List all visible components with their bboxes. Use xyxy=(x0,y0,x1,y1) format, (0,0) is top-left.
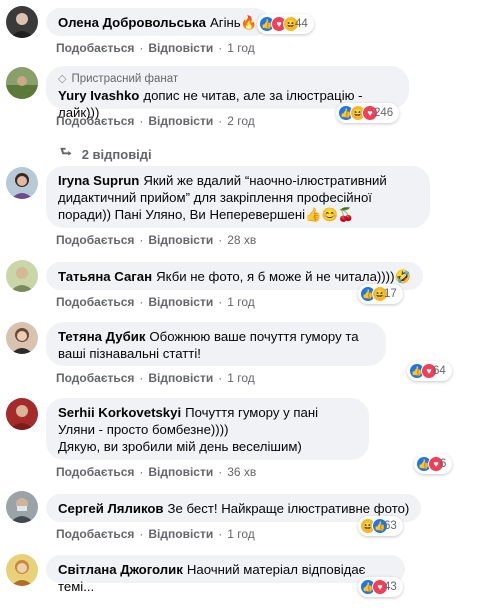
comment-author[interactable]: Iryna Suprun xyxy=(58,173,139,188)
reply-button[interactable]: Відповісти xyxy=(148,114,213,128)
comment-text: Зе бест! Найкраще ілюстративне фото) xyxy=(167,501,410,516)
comment-time[interactable]: 1 год xyxy=(227,371,255,385)
comment-author[interactable]: Тетяна Дубик xyxy=(58,329,145,344)
comment-bubble: Тетяна Дубик Обожнюю ваше почуття гумору … xyxy=(46,322,386,366)
comment-time[interactable]: 1 год xyxy=(227,527,255,541)
like-button[interactable]: Подобається xyxy=(56,527,134,541)
like-button[interactable]: Подобається xyxy=(56,114,134,128)
like-button[interactable]: Подобається xyxy=(56,465,134,479)
avatar[interactable] xyxy=(6,260,38,292)
comment-text-line: Дякую, ви зробили мій день веселішим) xyxy=(58,439,302,454)
comment-text: Якби не фото, я б може й не читала))))🤣 xyxy=(156,269,411,284)
reaction-count: 43 xyxy=(384,581,397,593)
view-replies-link[interactable]: ⮑ 2 відповіді xyxy=(60,143,152,165)
avatar[interactable] xyxy=(6,322,38,354)
comment-actions: Подобається · Відповісти · 1 год xyxy=(56,295,255,309)
comment-author[interactable]: Serhii Korkovetskyi xyxy=(58,405,181,420)
like-button[interactable]: Подобається xyxy=(56,295,134,309)
comment-author[interactable]: Світлана Джоголик xyxy=(58,562,183,577)
comment-time[interactable]: 36 хв xyxy=(227,465,256,479)
comment-bubble: Олена Добровольська Агінь🔥 xyxy=(46,8,270,36)
reaction-count: 17 xyxy=(384,288,397,300)
comment-bubble: Світлана Джоголик Наочний матеріал відпов… xyxy=(46,555,405,594)
comment-time[interactable]: 28 хв xyxy=(227,233,256,247)
comment-bubble: Iryna Suprun Який же вдалий “наочно-ілюст… xyxy=(46,166,430,228)
diamond-icon: ◇ xyxy=(58,73,67,85)
comment-author[interactable]: Yury Ivashko xyxy=(58,88,139,103)
comment-actions: Подобається · Відповісти · 36 хв xyxy=(56,465,257,479)
avatar[interactable] xyxy=(6,491,38,523)
comment-actions: Подобається · Відповісти · 1 год xyxy=(56,41,255,55)
reactions-summary[interactable]: 👍 ♥ 6 xyxy=(414,454,453,474)
reaction-count: 63 xyxy=(384,520,397,532)
comment-time[interactable]: 1 год xyxy=(227,295,255,309)
reaction-count: 6 xyxy=(440,458,447,470)
avatar[interactable] xyxy=(6,167,38,199)
reactions-summary[interactable]: 👍 😆 17 xyxy=(358,284,403,304)
reactions-summary[interactable]: 👍 ♥ 😆 44 xyxy=(257,14,314,34)
reply-button[interactable]: Відповісти xyxy=(148,41,213,55)
comment-actions: Подобається · Відповісти · 1 год xyxy=(56,527,255,541)
comment-time[interactable]: 2 год xyxy=(227,114,255,128)
avatar[interactable] xyxy=(6,67,38,99)
like-button[interactable]: Подобається xyxy=(56,41,134,55)
comment-author[interactable]: Сергей Ляликов xyxy=(58,501,164,516)
like-button[interactable]: Подобається xyxy=(56,371,134,385)
comment-author[interactable]: Татьяна Саган xyxy=(58,269,152,284)
reply-button[interactable]: Відповісти xyxy=(148,465,213,479)
reactions-summary[interactable]: 👍 ♥ 43 xyxy=(358,577,403,597)
reaction-count: 246 xyxy=(374,107,394,119)
comment-bubble: Serhii Korkovetskyi Почуття гумору у пані… xyxy=(46,398,369,460)
reactions-summary[interactable]: 👍 ♥ 64 xyxy=(407,361,452,381)
reactions-summary[interactable]: 😆 👍 63 xyxy=(358,516,403,536)
reaction-count: 44 xyxy=(295,18,308,30)
comment-author[interactable]: Олена Добровольська xyxy=(58,15,206,30)
comment-actions: Подобається · Відповісти · 1 год xyxy=(56,371,255,385)
reply-button[interactable]: Відповісти xyxy=(148,295,213,309)
comment-actions: Подобається · Відповісти · 28 хв xyxy=(56,233,257,247)
comment-time[interactable]: 1 год xyxy=(227,41,255,55)
reactions-summary[interactable]: 👍 😆 ♥ 246 xyxy=(336,103,400,123)
reply-button[interactable]: Відповісти xyxy=(148,371,213,385)
reply-button[interactable]: Відповісти xyxy=(148,527,213,541)
reply-button[interactable]: Відповісти xyxy=(148,233,213,247)
avatar[interactable] xyxy=(6,6,38,38)
reply-arrow-icon: ⮑ xyxy=(60,144,72,159)
avatar[interactable] xyxy=(6,554,38,586)
comment-text: Агінь🔥 xyxy=(209,15,258,30)
comment-actions: Подобається · Відповісти · 2 год xyxy=(56,114,255,128)
like-button[interactable]: Подобається xyxy=(56,233,134,247)
reaction-count: 64 xyxy=(433,365,446,377)
avatar[interactable] xyxy=(6,398,38,430)
fan-badge: ◇ Пристрасний фанат xyxy=(58,73,179,85)
